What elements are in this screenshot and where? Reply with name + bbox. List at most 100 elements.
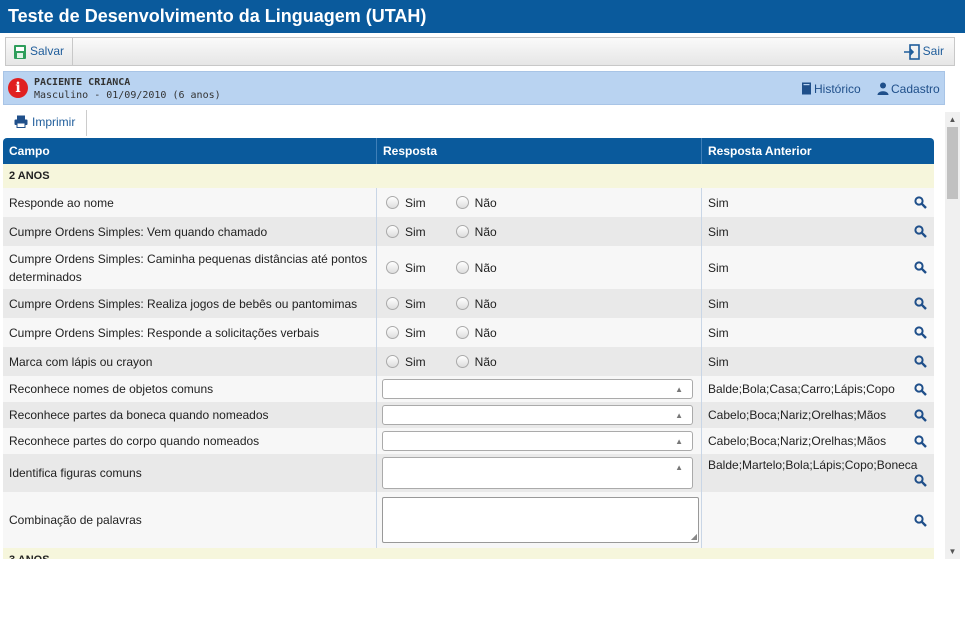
answer-cell: Sim Não bbox=[377, 347, 702, 376]
radio-circle[interactable] bbox=[455, 297, 469, 310]
previous-cell: Sim bbox=[702, 188, 934, 217]
radio-circle[interactable] bbox=[455, 355, 469, 368]
vertical-scrollbar[interactable]: ▲ ▼ bbox=[945, 112, 960, 559]
radio-circle[interactable] bbox=[386, 261, 399, 274]
previous-cell: Sim bbox=[702, 289, 934, 318]
print-button-label: Imprimir bbox=[32, 115, 76, 129]
field-label: Reconhece partes da boneca quando nomead… bbox=[3, 402, 377, 428]
field-label: Cumpre Ordens Simples: Vem quando chamad… bbox=[3, 217, 377, 246]
answer-cell: ▲ bbox=[377, 376, 702, 402]
exit-button[interactable]: Sair bbox=[897, 38, 954, 65]
book-icon bbox=[802, 82, 811, 95]
previous-cell: Balde;Martelo;Bola;Lápis;Copo;Boneca bbox=[702, 454, 934, 492]
multi-select-input[interactable]: ▲ bbox=[382, 431, 693, 451]
section-header: 3 ANOS bbox=[3, 548, 934, 559]
radio-yes-label: Sim bbox=[405, 296, 426, 311]
triangle-up-icon: ▲ bbox=[675, 411, 683, 420]
history-link[interactable]: Histórico bbox=[801, 82, 861, 96]
search-icon[interactable] bbox=[914, 326, 927, 339]
radio-no-label: Não bbox=[474, 325, 497, 340]
field-label: Reconhece partes do corpo quando nomeado… bbox=[3, 428, 377, 454]
search-icon[interactable] bbox=[914, 474, 927, 487]
radio-circle[interactable] bbox=[386, 225, 399, 238]
radio-circle[interactable] bbox=[386, 355, 399, 368]
radio-no-label: Não bbox=[474, 354, 497, 369]
answer-cell: Sim Não bbox=[377, 289, 702, 318]
radio-yes[interactable]: Sim bbox=[386, 261, 426, 275]
text-area-input[interactable]: ◢ bbox=[382, 497, 699, 543]
previous-cell bbox=[702, 492, 934, 548]
previous-answer: Balde;Martelo;Bola;Lápis;Copo;Boneca bbox=[708, 458, 918, 472]
table-row: Cumpre Ordens Simples: Caminha pequenas … bbox=[3, 246, 934, 289]
previous-cell: Cabelo;Boca;Nariz;Orelhas;Mãos bbox=[702, 402, 934, 428]
register-link-label: Cadastro bbox=[891, 82, 940, 96]
table-row: Reconhece nomes de objetos comuns ▲ Bald… bbox=[3, 376, 934, 402]
search-icon[interactable] bbox=[914, 513, 927, 527]
previous-answer: Sim bbox=[708, 224, 729, 239]
radio-yes[interactable]: Sim bbox=[386, 355, 426, 369]
radio-no[interactable]: Não bbox=[455, 354, 497, 369]
save-button[interactable]: Salvar bbox=[6, 38, 74, 65]
radio-no-label: Não bbox=[474, 224, 497, 239]
previous-cell: Cabelo;Boca;Nariz;Orelhas;Mãos bbox=[702, 428, 934, 454]
previous-cell: Sim bbox=[702, 246, 934, 289]
radio-yes[interactable]: Sim bbox=[386, 196, 426, 210]
multi-select-input[interactable]: ▲ bbox=[382, 457, 693, 489]
radio-no[interactable]: Não bbox=[455, 196, 497, 210]
previous-cell: Sim bbox=[702, 217, 934, 246]
search-icon[interactable] bbox=[914, 196, 927, 209]
answer-cell: Sim Não bbox=[377, 217, 702, 246]
radio-circle[interactable] bbox=[455, 196, 469, 209]
search-icon[interactable] bbox=[914, 297, 927, 310]
search-icon[interactable] bbox=[914, 355, 927, 368]
answer-cell: ▲ bbox=[377, 402, 702, 428]
triangle-up-icon: ▲ bbox=[675, 385, 683, 394]
grid-header: Campo Resposta Resposta Anterior bbox=[3, 138, 934, 164]
answer-cell: ◢ bbox=[377, 492, 702, 548]
search-icon[interactable] bbox=[914, 382, 927, 396]
register-link[interactable]: Cadastro bbox=[877, 82, 940, 96]
radio-circle[interactable] bbox=[386, 297, 399, 310]
table-row: Cumpre Ordens Simples: Responde a solici… bbox=[3, 318, 934, 347]
radio-no[interactable]: Não bbox=[455, 297, 497, 311]
radio-yes-label: Sim bbox=[405, 224, 426, 239]
multi-select-input[interactable]: ▲ bbox=[382, 379, 693, 399]
column-header-previous: Resposta Anterior bbox=[708, 144, 812, 158]
radio-yes[interactable]: Sim bbox=[386, 297, 426, 311]
previous-answer: Sim bbox=[708, 296, 729, 311]
column-header-answer: Resposta bbox=[377, 138, 702, 164]
scroll-down-icon[interactable]: ▼ bbox=[945, 544, 960, 559]
radio-circle[interactable] bbox=[455, 326, 469, 339]
radio-circle[interactable] bbox=[386, 196, 399, 209]
radio-no[interactable]: Não bbox=[455, 224, 497, 239]
field-label: Identifica figuras comuns bbox=[3, 454, 377, 492]
printer-icon bbox=[14, 115, 28, 128]
field-label: Cumpre Ordens Simples: Caminha pequenas … bbox=[3, 246, 377, 289]
search-icon[interactable] bbox=[914, 434, 927, 448]
radio-circle[interactable] bbox=[455, 225, 469, 238]
print-button[interactable]: Imprimir bbox=[4, 110, 87, 136]
radio-yes[interactable]: Sim bbox=[386, 326, 426, 340]
answer-cell: ▲ bbox=[377, 454, 702, 492]
search-icon[interactable] bbox=[914, 225, 927, 238]
radio-no[interactable]: Não bbox=[455, 325, 497, 340]
app-title: Teste de Desenvolvimento da Linguagem (U… bbox=[0, 0, 965, 33]
exit-button-label: Sair bbox=[922, 44, 944, 58]
multi-select-input[interactable]: ▲ bbox=[382, 405, 693, 425]
resize-grip-icon[interactable]: ◢ bbox=[691, 532, 697, 541]
table-row: Cumpre Ordens Simples: Realiza jogos de … bbox=[3, 289, 934, 318]
scrollbar-thumb[interactable] bbox=[947, 127, 958, 199]
user-icon bbox=[877, 82, 889, 95]
scroll-up-icon[interactable]: ▲ bbox=[945, 112, 960, 127]
search-icon[interactable] bbox=[914, 408, 927, 422]
radio-yes[interactable]: Sim bbox=[386, 225, 426, 239]
patient-bar: i PACIENTE CRIANCA Masculino - 01/09/201… bbox=[3, 71, 945, 105]
previous-answer: Cabelo;Boca;Nariz;Orelhas;Mãos bbox=[708, 408, 887, 422]
field-label: Cumpre Ordens Simples: Realiza jogos de … bbox=[3, 289, 377, 318]
radio-no[interactable]: Não bbox=[455, 261, 497, 275]
field-label: Combinação de palavras bbox=[3, 492, 377, 548]
search-icon[interactable] bbox=[914, 261, 927, 274]
radio-circle[interactable] bbox=[455, 261, 469, 274]
save-icon bbox=[14, 44, 26, 59]
radio-circle[interactable] bbox=[386, 326, 399, 339]
